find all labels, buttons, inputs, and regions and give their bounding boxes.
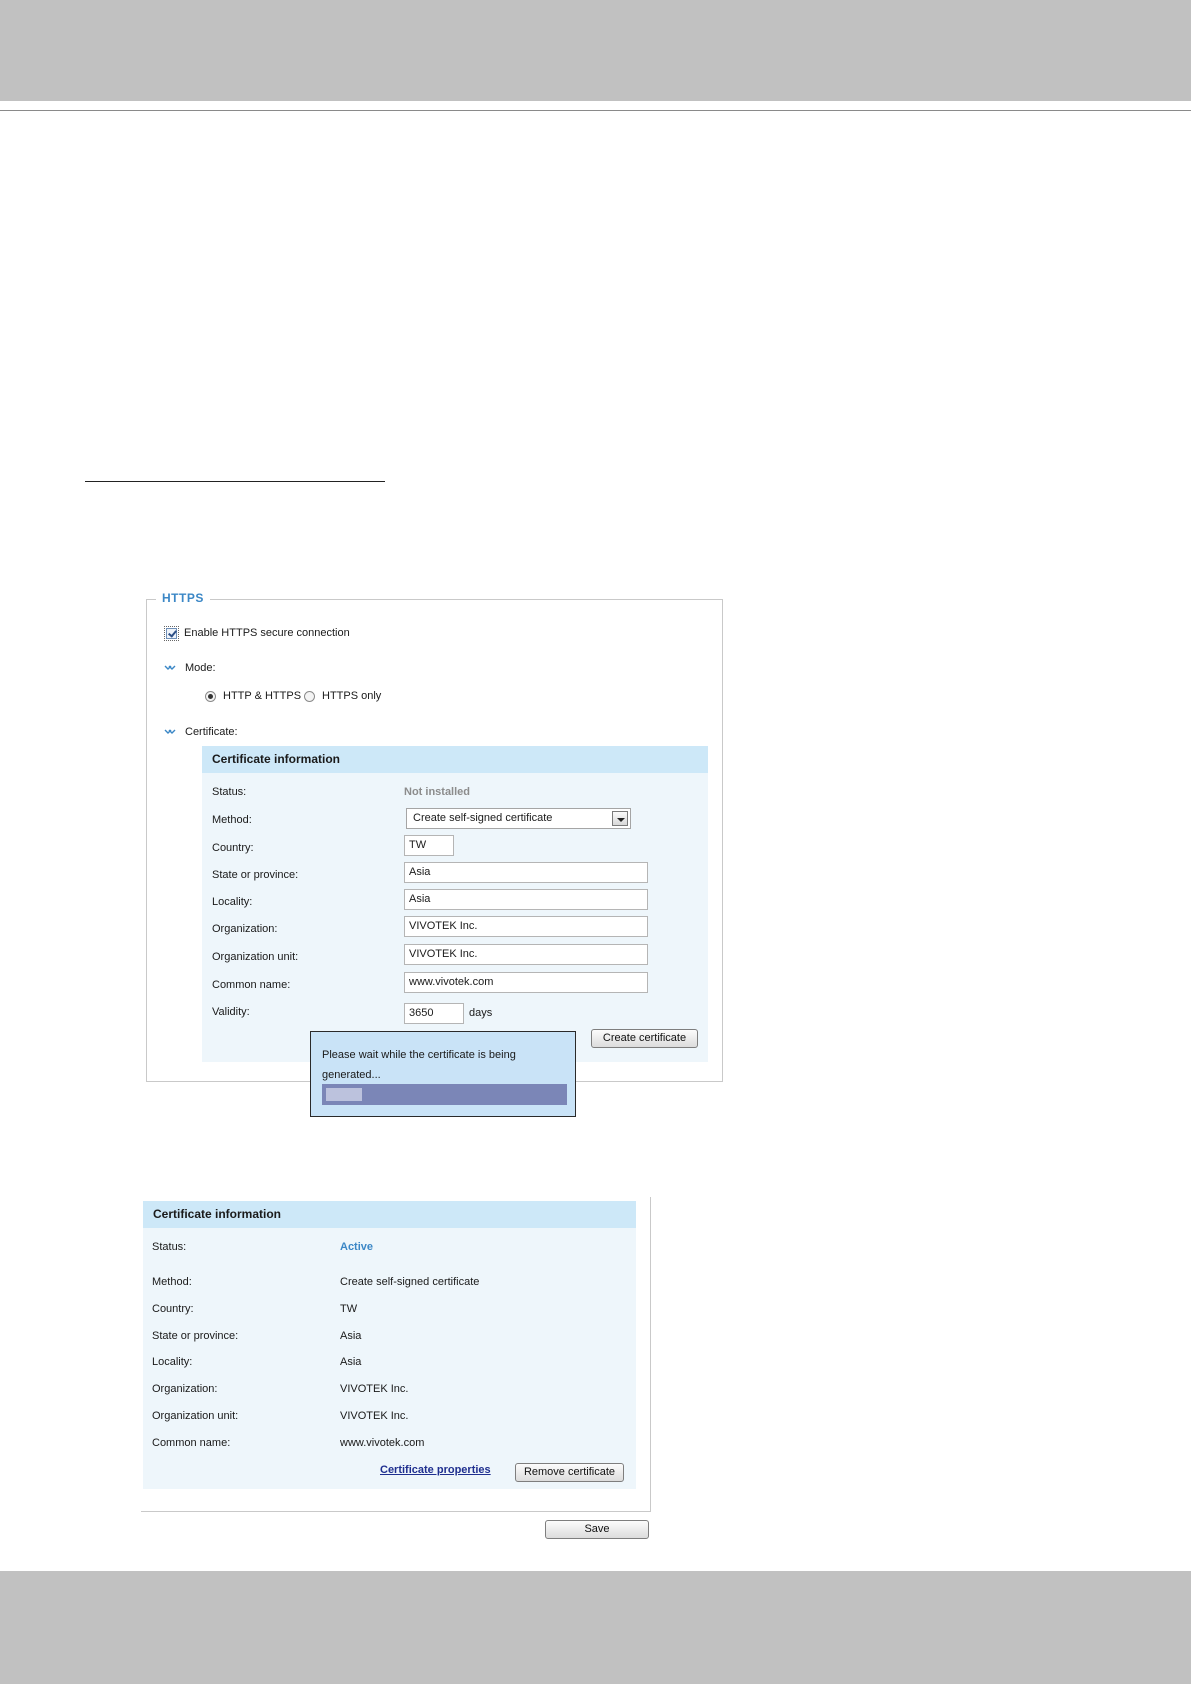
state-label: State or province: <box>212 869 299 881</box>
certificate-properties-link[interactable]: Certificate properties <box>380 1464 491 1476</box>
chevron-down-icon[interactable] <box>612 811 628 826</box>
info-state-label: State or province: <box>152 1330 239 1342</box>
section-rule <box>85 481 385 482</box>
progress-popup: Please wait while the certificate is bei… <box>310 1031 576 1117</box>
organization-input[interactable]: VIVOTEK Inc. <box>404 916 648 937</box>
info-organization-unit-label: Organization unit: <box>152 1410 239 1422</box>
status-label: Status: <box>212 786 247 798</box>
validity-unit: days <box>469 1007 493 1019</box>
organization-label: Organization: <box>212 923 278 935</box>
enable-https-label: Enable HTTPS secure connection <box>184 627 350 639</box>
info-country-label: Country: <box>152 1303 194 1315</box>
mode-https-only-label: HTTPS only <box>322 690 382 702</box>
progress-bar <box>322 1084 567 1105</box>
country-label: Country: <box>212 842 254 854</box>
mode-http-https-radio[interactable] <box>205 691 216 702</box>
enable-https-checkbox[interactable] <box>164 626 179 641</box>
info-status-label: Status: <box>152 1241 187 1253</box>
locality-label: Locality: <box>212 896 253 908</box>
create-certificate-button[interactable]: Create certificate <box>591 1029 698 1048</box>
info-country-value: TW <box>340 1303 358 1315</box>
info-common-name-label: Common name: <box>152 1437 231 1449</box>
common-name-input[interactable]: www.vivotek.com <box>404 972 648 993</box>
method-select-value: Create self-signed certificate <box>413 812 553 824</box>
progress-bar-fill <box>326 1088 362 1101</box>
organization-unit-input[interactable]: VIVOTEK Inc. <box>404 944 648 965</box>
save-button[interactable]: Save <box>545 1520 649 1539</box>
info-frame-right <box>650 1197 651 1511</box>
info-organization-value: VIVOTEK Inc. <box>340 1383 409 1395</box>
status-value: Not installed <box>404 786 471 798</box>
remove-certificate-button[interactable]: Remove certificate <box>515 1463 624 1482</box>
header-band <box>0 0 1191 101</box>
info-method-label: Method: <box>152 1276 192 1288</box>
state-input[interactable]: Asia <box>404 862 648 883</box>
info-state-value: Asia <box>340 1330 362 1342</box>
info-common-name-value: www.vivotek.com <box>340 1437 425 1449</box>
info-organization-label: Organization: <box>152 1383 218 1395</box>
info-locality-value: Asia <box>340 1356 362 1368</box>
mode-label: Mode: <box>185 662 216 674</box>
certificate-form-title: Certificate information <box>202 746 708 773</box>
info-frame-bottom <box>141 1511 651 1512</box>
chevron-down-icon[interactable] <box>164 729 176 737</box>
method-select[interactable]: Create self-signed certificate <box>406 808 631 829</box>
header-rule <box>0 110 1191 111</box>
organization-unit-label: Organization unit: <box>212 951 299 963</box>
certificate-label: Certificate: <box>185 726 238 738</box>
info-status-value: Active <box>340 1241 374 1253</box>
progress-message: Please wait while the certificate is bei… <box>322 1049 516 1081</box>
mode-https-only-radio[interactable] <box>304 691 315 702</box>
locality-input[interactable]: Asia <box>404 889 648 910</box>
footer-band <box>0 1571 1191 1684</box>
info-organization-unit-value: VIVOTEK Inc. <box>340 1410 409 1422</box>
chevron-down-icon[interactable] <box>164 665 176 673</box>
info-method-value: Create self-signed certificate <box>340 1276 480 1288</box>
common-name-label: Common name: <box>212 979 291 991</box>
https-legend: HTTPS <box>156 591 210 605</box>
validity-input[interactable]: 3650 <box>404 1003 464 1024</box>
validity-label: Validity: <box>212 1006 250 1018</box>
certificate-info-title: Certificate information <box>143 1201 636 1228</box>
mode-http-https-label: HTTP & HTTPS <box>223 690 302 702</box>
info-locality-label: Locality: <box>152 1356 193 1368</box>
method-label: Method: <box>212 814 252 826</box>
country-input[interactable]: TW <box>404 835 454 856</box>
